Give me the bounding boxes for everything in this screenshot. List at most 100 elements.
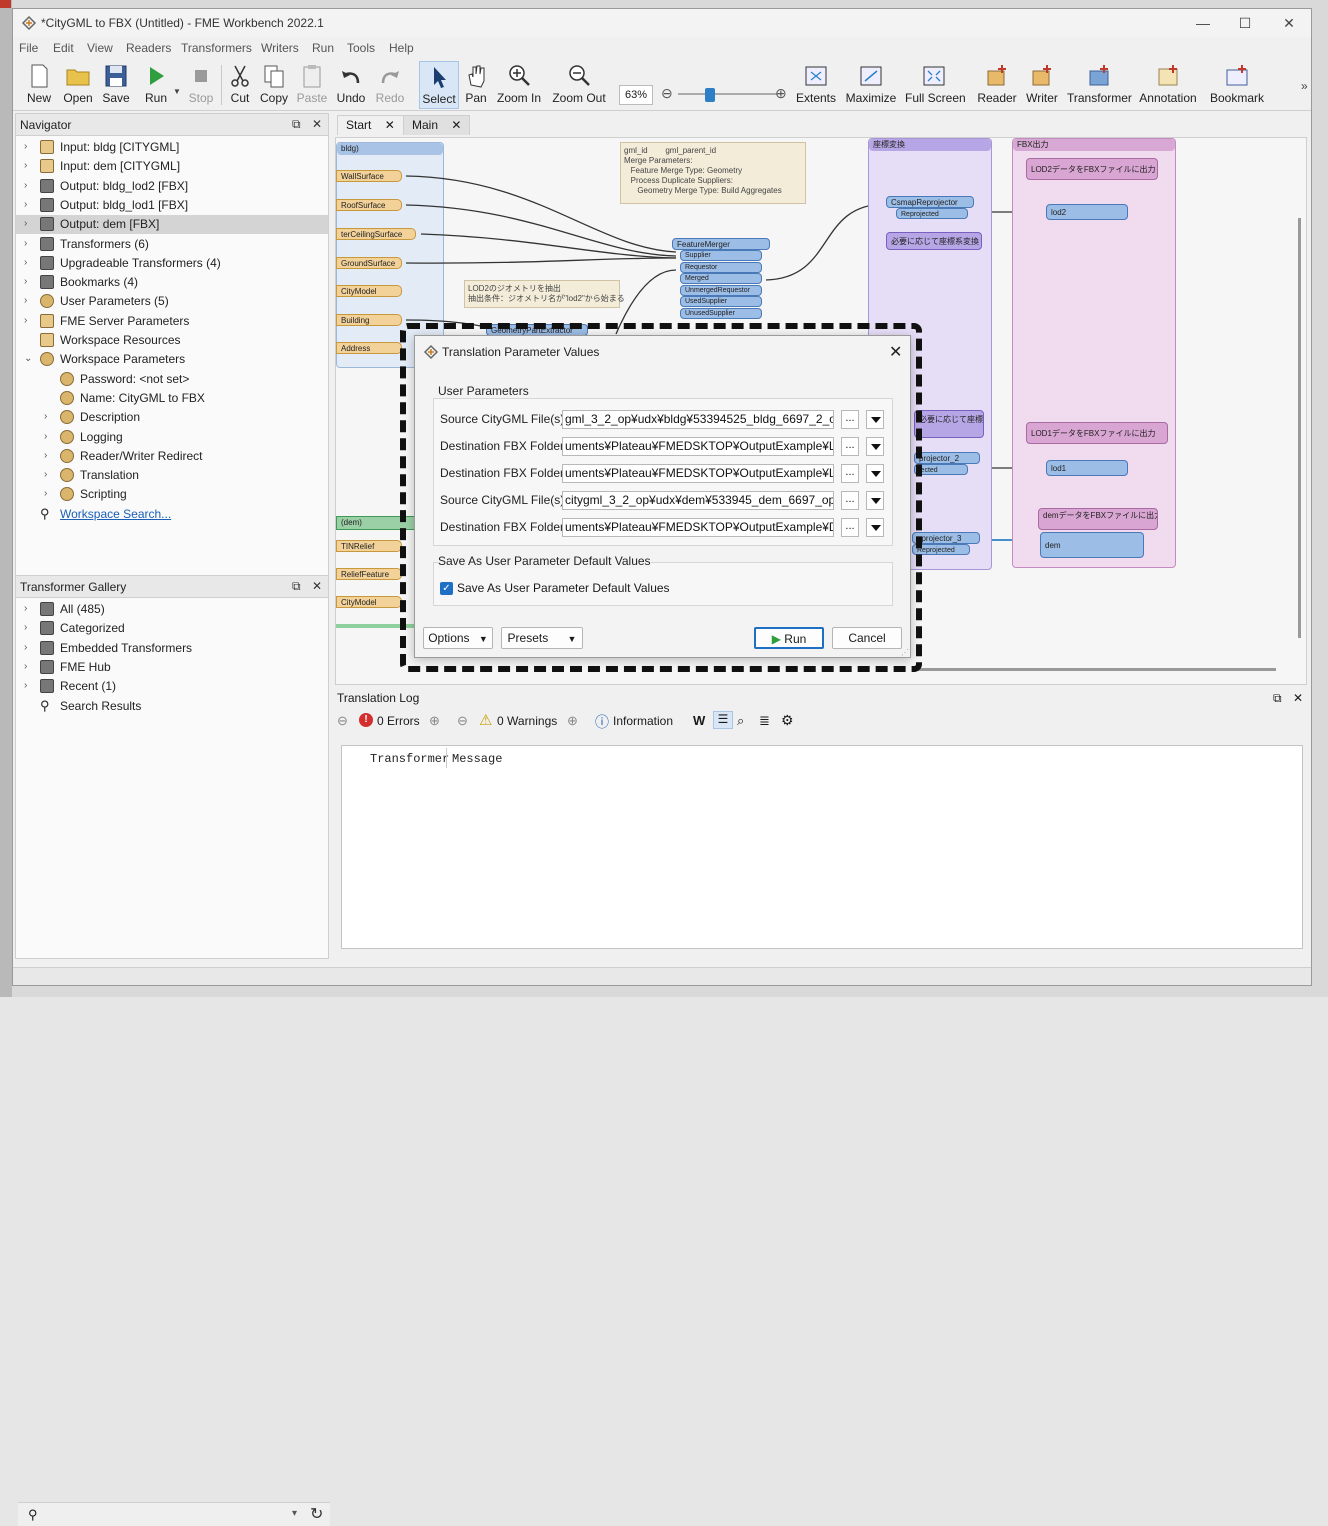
feature-merger-port[interactable]: UnusedSupplier bbox=[680, 307, 762, 319]
previous-warning-icon[interactable]: ⊖ bbox=[457, 713, 468, 729]
fbx-group-header[interactable]: FBX出力 bbox=[1013, 139, 1175, 151]
errors-count[interactable]: 0 Errors bbox=[377, 714, 420, 728]
toolbar-overflow-button[interactable]: » bbox=[1301, 79, 1308, 93]
list-view-icon[interactable]: ☰ bbox=[713, 711, 733, 729]
menu-writers[interactable]: Writers bbox=[261, 41, 299, 55]
undo-button[interactable]: Undo bbox=[335, 61, 367, 109]
new-button[interactable]: New bbox=[23, 61, 55, 109]
paste-button[interactable]: Paste bbox=[295, 61, 329, 109]
reprojected-port[interactable]: Reprojected bbox=[896, 208, 968, 219]
options-button[interactable]: Options ▼ bbox=[423, 627, 493, 649]
zoom-slider-thumb[interactable] bbox=[705, 88, 715, 102]
navigator-item[interactable]: ⌄ Workspace Parameters bbox=[16, 350, 328, 369]
browse-button[interactable]: ... bbox=[841, 518, 859, 537]
menu-tools[interactable]: Tools bbox=[347, 41, 375, 55]
expand-arrow-icon[interactable]: › bbox=[24, 295, 34, 306]
gallery-item[interactable]: ⚲ Search Results bbox=[16, 697, 328, 716]
menu-view[interactable]: View bbox=[87, 41, 113, 55]
parameter-value-field[interactable]: citygml_3_2_op¥udx¥dem¥533945_dem_6697_o… bbox=[562, 491, 834, 510]
navigator-item[interactable]: › Bookmarks (4) bbox=[16, 273, 328, 292]
navigator-item[interactable]: › Upgradeable Transformers (4) bbox=[16, 254, 328, 273]
navigator-item[interactable]: Name: CityGML to FBX bbox=[16, 389, 328, 408]
tab-main[interactable]: Main ✕ bbox=[403, 115, 471, 135]
navigator-item[interactable]: › Translation bbox=[16, 466, 328, 485]
previous-error-icon[interactable]: ⊖ bbox=[337, 713, 348, 729]
side-transform-note[interactable]: 必要に応じて座標系変 bbox=[914, 410, 984, 438]
expand-arrow-icon[interactable]: › bbox=[44, 411, 54, 422]
reprojector-3-node[interactable]: eprojector_3 bbox=[912, 532, 980, 544]
fbx-output-group[interactable]: FBX出力 bbox=[1012, 138, 1176, 568]
navigator-item[interactable]: › FME Server Parameters bbox=[16, 312, 328, 331]
navigator-item[interactable]: Password: <not set> bbox=[16, 370, 328, 389]
translation-log-area[interactable]: Transformer Message bbox=[341, 745, 1303, 949]
parameter-dropdown-button[interactable] bbox=[866, 464, 884, 483]
navigator-item[interactable]: Workspace Resources bbox=[16, 331, 328, 350]
transform-group-header[interactable]: 座標変換 bbox=[869, 139, 991, 151]
navigator-item[interactable]: › Output: dem [FBX] bbox=[16, 215, 328, 235]
expand-arrow-icon[interactable]: › bbox=[24, 257, 34, 268]
zoom-level-field[interactable]: 63% bbox=[619, 85, 653, 105]
parameter-dropdown-button[interactable] bbox=[866, 518, 884, 537]
run-dropdown-icon[interactable]: ▼ bbox=[173, 87, 181, 96]
zoom-plus-icon[interactable]: ⊕ bbox=[775, 85, 787, 102]
gallery-search-bar[interactable]: ⚲ ▾ ↻ bbox=[18, 1502, 330, 1526]
browse-button[interactable]: ... bbox=[841, 437, 859, 456]
csmap-reprojector-node[interactable]: CsmapReprojector bbox=[886, 196, 974, 208]
expand-arrow-icon[interactable]: › bbox=[24, 180, 34, 191]
run-button[interactable]: ▶ Run bbox=[754, 627, 824, 649]
parameter-value-field[interactable]: gml_3_2_op¥udx¥bldg¥53394525_bldg_6697_2… bbox=[562, 410, 834, 429]
navigator-item[interactable]: ⚲ Workspace Search... bbox=[16, 505, 328, 524]
close-panel-icon[interactable]: ✕ bbox=[312, 579, 322, 593]
close-panel-icon[interactable]: ✕ bbox=[312, 117, 322, 131]
reader-output-port[interactable]: CityModel bbox=[336, 285, 402, 297]
feature-merger-port[interactable]: UnmergedRequestor bbox=[680, 284, 762, 296]
reader-output-port[interactable]: WallSurface bbox=[336, 170, 402, 182]
close-tab-icon[interactable]: ✕ bbox=[451, 118, 461, 132]
expand-arrow-icon[interactable]: › bbox=[24, 238, 34, 249]
menu-file[interactable]: File bbox=[19, 41, 38, 55]
add-bookmark-button[interactable]: Bookmark bbox=[1209, 61, 1265, 109]
lod1-writer-node[interactable]: lod1 bbox=[1046, 460, 1128, 476]
navigator-item[interactable]: › User Parameters (5) bbox=[16, 292, 328, 311]
menu-run[interactable]: Run bbox=[312, 41, 334, 55]
full-screen-button[interactable]: Full Screen bbox=[905, 61, 966, 109]
resize-grip-icon[interactable]: ⋰ bbox=[901, 648, 909, 657]
navigator-item[interactable]: › Reader/Writer Redirect bbox=[16, 447, 328, 466]
reprojection-note[interactable]: 必要に応じて座標系変換 bbox=[886, 232, 982, 250]
navigator-item[interactable]: › Description bbox=[16, 408, 328, 427]
expand-arrow-icon[interactable]: › bbox=[24, 642, 34, 653]
gallery-item[interactable]: › Embedded Transformers bbox=[16, 639, 328, 658]
gallery-item[interactable]: › Categorized bbox=[16, 619, 328, 638]
gallery-item[interactable]: › All (485) bbox=[16, 600, 328, 619]
navigator-item[interactable]: › Output: bldg_lod1 [FBX] bbox=[16, 196, 328, 215]
chevron-down-icon[interactable]: ▾ bbox=[292, 1508, 297, 1519]
close-window-button[interactable]: ✕ bbox=[1275, 13, 1303, 33]
merge-parameters-note[interactable]: gml_id gml_parent_id Merge Parameters: F… bbox=[620, 142, 806, 204]
copy-button[interactable]: Copy bbox=[259, 61, 289, 109]
expand-arrow-icon[interactable]: › bbox=[24, 141, 34, 152]
reader-output-port[interactable]: Address bbox=[336, 342, 402, 354]
information-filter[interactable]: Information bbox=[613, 714, 673, 728]
expand-arrow-icon[interactable]: › bbox=[24, 622, 34, 633]
close-tab-icon[interactable]: ✕ bbox=[385, 118, 395, 132]
dem-output-note[interactable]: demデータをFBXファイルに出力 bbox=[1038, 508, 1158, 530]
expand-arrow-icon[interactable]: › bbox=[44, 431, 54, 442]
presets-button[interactable]: Presets ▼ bbox=[501, 627, 583, 649]
save-defaults-checkbox[interactable]: ✓ bbox=[440, 582, 453, 595]
maximize-view-button[interactable]: Maximize bbox=[845, 61, 897, 109]
lod2-output-note[interactable]: LOD2データをFBXファイルに出力 bbox=[1026, 158, 1158, 180]
expand-arrow-icon[interactable]: › bbox=[24, 661, 34, 672]
browse-button[interactable]: ... bbox=[841, 491, 859, 510]
gallery-item[interactable]: › Recent (1) bbox=[16, 677, 328, 696]
minimize-button[interactable]: — bbox=[1189, 13, 1217, 33]
expand-arrow-icon[interactable]: › bbox=[44, 450, 54, 461]
find-icon[interactable]: ⌕ bbox=[737, 713, 744, 729]
open-button[interactable]: Open bbox=[61, 61, 95, 109]
menu-help[interactable]: Help bbox=[389, 41, 414, 55]
zoom-minus-icon[interactable]: ⊖ bbox=[661, 85, 673, 102]
navigator-item[interactable]: › Scripting bbox=[16, 485, 328, 504]
expand-arrow-icon[interactable]: › bbox=[24, 315, 34, 326]
dem-output-port[interactable]: TINRelief bbox=[336, 540, 402, 552]
add-annotation-button[interactable]: Annotation bbox=[1137, 61, 1199, 109]
parameter-dropdown-button[interactable] bbox=[866, 410, 884, 429]
